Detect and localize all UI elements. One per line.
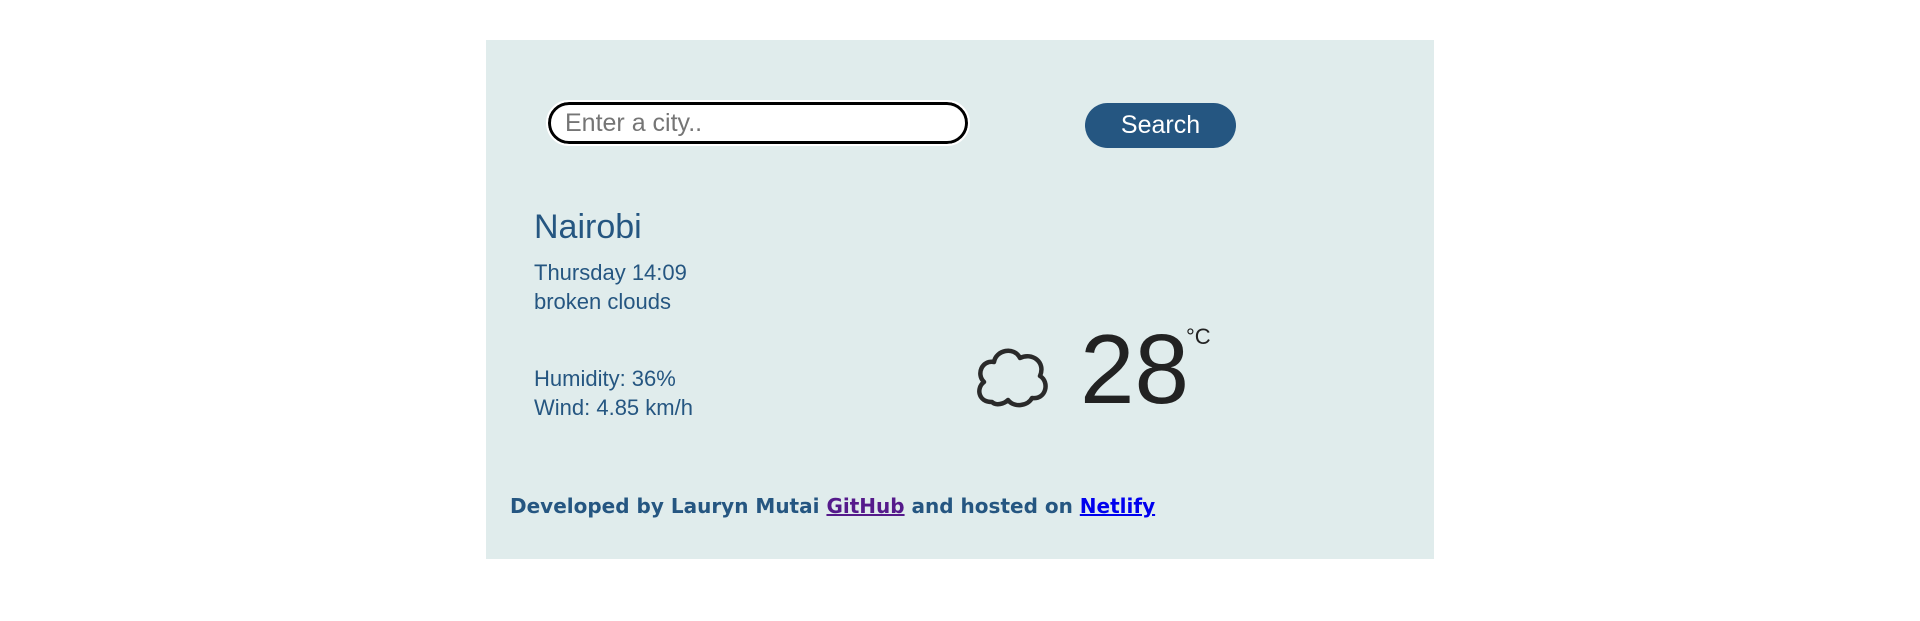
search-button[interactable]: Search — [1085, 103, 1236, 148]
cloud-icon — [977, 348, 1048, 408]
weather-app-panel: Search Nairobi Thursday 14:09 broken clo… — [486, 40, 1434, 559]
humidity-value: Humidity: 36% — [534, 366, 676, 391]
footer-credit-text: Developed by Lauryn Mutai — [510, 494, 820, 518]
temperature-unit: °C — [1186, 324, 1211, 349]
footer-hosted-text: and hosted on — [911, 494, 1073, 518]
weather-description: broken clouds — [534, 289, 671, 314]
weather-details-primary: Thursday 14:09 broken clouds — [534, 258, 687, 316]
github-link[interactable]: GitHub — [826, 494, 904, 518]
temperature-value: 28 — [1080, 314, 1190, 424]
footer: Developed by Lauryn Mutai GitHub and hos… — [510, 494, 1155, 518]
city-search-input[interactable] — [546, 100, 970, 146]
weather-details-secondary: Humidity: 36% Wind: 4.85 km/h — [534, 364, 693, 422]
date-time: Thursday 14:09 — [534, 260, 687, 285]
city-name: Nairobi — [534, 208, 642, 246]
netlify-link[interactable]: Netlify — [1080, 494, 1155, 518]
wind-value: Wind: 4.85 km/h — [534, 395, 693, 420]
